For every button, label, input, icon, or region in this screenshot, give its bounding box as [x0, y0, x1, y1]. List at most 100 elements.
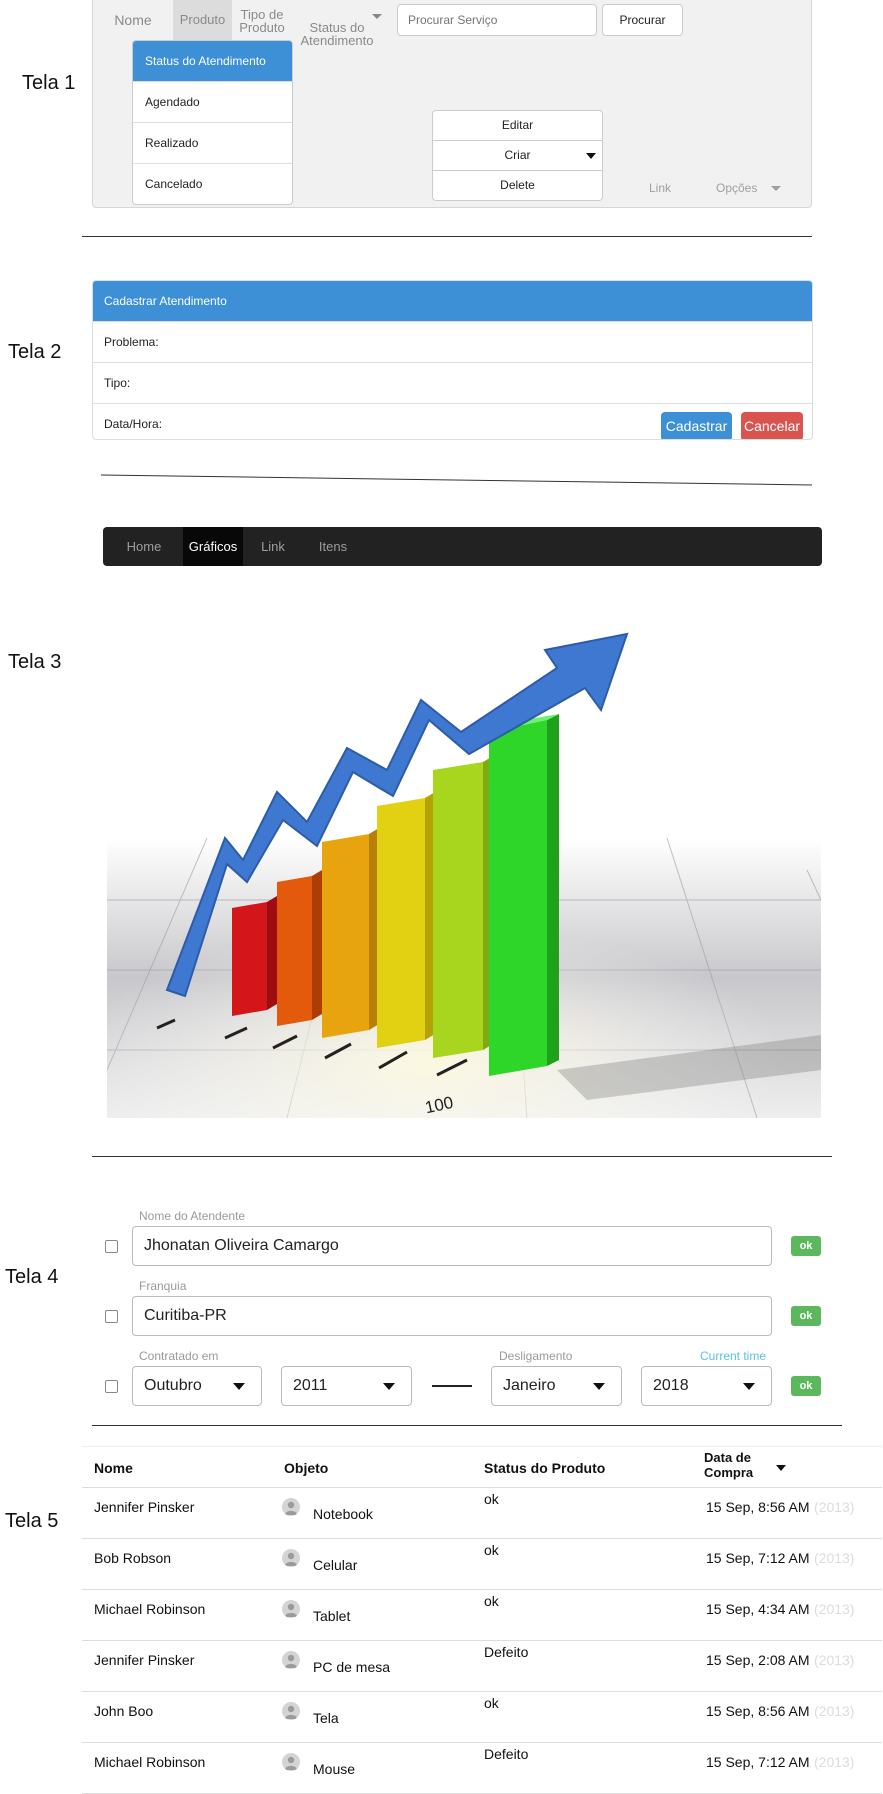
- user-avatar-icon: [282, 1651, 300, 1669]
- nav-status-atendimento-label: Status do Atendimento: [300, 20, 374, 48]
- hired-month-select[interactable]: Outubro: [132, 1366, 262, 1406]
- tela2-label: Tela 2: [8, 341, 62, 363]
- nav-graficos[interactable]: Gráficos: [183, 527, 243, 566]
- attendant-name-input[interactable]: Jhonatan Oliveira Camargo: [132, 1226, 772, 1266]
- cell-ano: (2013): [814, 1499, 855, 1515]
- divider: [92, 1425, 842, 1426]
- cell-nome: Jennifer Pinsker: [94, 1652, 195, 1668]
- field-problema-label: Problema:: [104, 335, 159, 349]
- dropdown-item-cancelado[interactable]: Cancelado: [133, 163, 292, 204]
- attendant-ok-badge[interactable]: ok: [791, 1236, 821, 1256]
- cell-nome: Bob Robson: [94, 1550, 172, 1566]
- cell-objeto: Mouse: [313, 1761, 356, 1777]
- purchases-table: Nome Objeto Status do Produto Data de Co…: [82, 1446, 882, 1794]
- tela3-navbar: Home Gráficos Link Itens: [103, 527, 822, 566]
- cell-nome: Jennifer Pinsker: [94, 1499, 195, 1515]
- edit-button[interactable]: Editar: [433, 111, 602, 140]
- register-button[interactable]: Cadastrar: [661, 412, 732, 439]
- user-avatar-icon: [282, 1702, 300, 1720]
- attendant-label: Nome do Atendente: [139, 1209, 246, 1223]
- sort-desc-icon[interactable]: [776, 1465, 786, 1471]
- nav-home[interactable]: Home: [111, 527, 177, 566]
- cell-data: 15 Sep, 2:08 AM: [706, 1652, 810, 1668]
- cell-status: ok: [484, 1491, 499, 1507]
- user-avatar-icon: [282, 1549, 300, 1567]
- hired-year-select[interactable]: 2011: [281, 1366, 412, 1406]
- table-row[interactable]: Michael Robinson Mouse Defeito 15 Sep, 7:12…: [82, 1743, 882, 1794]
- tela1-label: Tela 1: [22, 72, 76, 94]
- table-row[interactable]: Jennifer Pinsker PC de mesa Defeito 15 Sep,…: [82, 1641, 882, 1692]
- cell-objeto: Notebook: [313, 1506, 373, 1522]
- nav-status-atendimento[interactable]: Status do Atendimento: [298, 8, 376, 47]
- panel-title: Cadastrar Atendimento: [93, 281, 812, 321]
- franchise-checkbox[interactable]: [105, 1310, 118, 1323]
- attendant-checkbox[interactable]: [105, 1240, 118, 1253]
- nav-nome[interactable]: Nome: [104, 13, 162, 27]
- nav-link[interactable]: Link: [649, 181, 671, 195]
- growth-chart-image: 100: [107, 570, 821, 1118]
- cell-status: ok: [484, 1542, 499, 1558]
- cell-nome: John Boo: [94, 1703, 154, 1719]
- dates-ok-badge[interactable]: ok: [791, 1376, 821, 1396]
- create-button-label: Criar: [504, 148, 531, 162]
- hired-label: Contratado em: [139, 1349, 219, 1363]
- header-data-compra[interactable]: Data de Compra: [704, 1450, 753, 1480]
- dismissal-month-value: Janeiro: [503, 1377, 556, 1394]
- search-input[interactable]: [397, 4, 597, 36]
- franchise-ok-badge[interactable]: ok: [791, 1306, 821, 1326]
- cell-data: 15 Sep, 8:56 AM: [706, 1499, 810, 1515]
- dropdown-item-agendado[interactable]: Agendado: [133, 81, 292, 122]
- dismissal-month-select[interactable]: Janeiro: [491, 1366, 622, 1406]
- field-problema: Problema:: [93, 321, 812, 362]
- tela4-label: Tela 4: [5, 1266, 59, 1288]
- franchise-input[interactable]: Curitiba-PR: [132, 1296, 772, 1336]
- action-button-group: Editar Criar Delete: [432, 110, 603, 201]
- current-time-link[interactable]: Current time: [700, 1349, 766, 1363]
- cell-ano: (2013): [814, 1652, 855, 1668]
- cell-status: ok: [484, 1593, 499, 1609]
- cell-ano: (2013): [814, 1550, 855, 1566]
- caret-down-icon: [383, 1383, 395, 1390]
- franchise-label: Franquia: [139, 1279, 187, 1293]
- caret-down-icon: [593, 1383, 605, 1390]
- cell-status: Defeito: [484, 1746, 529, 1762]
- cell-data: 15 Sep, 7:12 AM: [706, 1550, 810, 1566]
- nav-link[interactable]: Link: [243, 527, 303, 566]
- dropdown-item-status[interactable]: Status do Atendimento: [133, 41, 292, 81]
- table-row[interactable]: Jennifer Pinsker Notebook ok 15 Sep, 8:56 A…: [82, 1488, 882, 1539]
- cell-nome: Michael Robinson: [94, 1754, 206, 1770]
- cell-ano: (2013): [814, 1754, 855, 1770]
- header-nome[interactable]: Nome: [94, 1460, 133, 1476]
- cell-ano: (2013): [814, 1601, 855, 1617]
- nav-tipo-produto[interactable]: Tipo de Produto: [234, 8, 290, 34]
- table-row[interactable]: Bob Robson Celular ok 15 Sep, 7:12 AM (2013): [82, 1539, 882, 1590]
- divider: [92, 1156, 832, 1157]
- dropdown-item-realizado[interactable]: Realizado: [133, 122, 292, 163]
- user-avatar-icon: [282, 1498, 300, 1516]
- caret-down-icon: [233, 1383, 245, 1390]
- create-button[interactable]: Criar: [433, 140, 602, 170]
- search-button[interactable]: Procurar: [602, 4, 683, 36]
- dismissal-label: Desligamento: [499, 1349, 573, 1363]
- field-tipo: Tipo:: [93, 362, 812, 403]
- dismissal-year-select[interactable]: 2018: [641, 1366, 772, 1406]
- cell-objeto: Tablet: [313, 1608, 351, 1624]
- user-avatar-icon: [282, 1753, 300, 1771]
- table-row[interactable]: John Boo Tela ok 15 Sep, 8:56 AM (2013): [82, 1692, 882, 1743]
- nav-produto[interactable]: Produto: [173, 0, 232, 40]
- table-row[interactable]: Michael Robinson Tablet ok 15 Sep, 4:34 AM(…: [82, 1590, 882, 1641]
- table-header: Nome Objeto Status do Produto Data de Co…: [82, 1446, 882, 1488]
- header-status[interactable]: Status do Produto: [484, 1460, 605, 1476]
- register-panel: Cadastrar Atendimento Problema: Tipo: Da…: [92, 280, 813, 440]
- range-separator: [432, 1385, 472, 1387]
- cell-status: Defeito: [484, 1644, 529, 1660]
- options-menu[interactable]: Opções: [716, 181, 781, 195]
- header-objeto[interactable]: Objeto: [284, 1460, 328, 1476]
- chevron-down-icon: [372, 14, 382, 19]
- delete-button[interactable]: Delete: [433, 170, 602, 200]
- divider: [100, 474, 813, 486]
- dates-checkbox[interactable]: [105, 1380, 118, 1393]
- cancel-button[interactable]: Cancelar: [741, 412, 803, 439]
- dismissal-year-value: 2018: [653, 1377, 689, 1394]
- nav-itens[interactable]: Itens: [303, 527, 363, 566]
